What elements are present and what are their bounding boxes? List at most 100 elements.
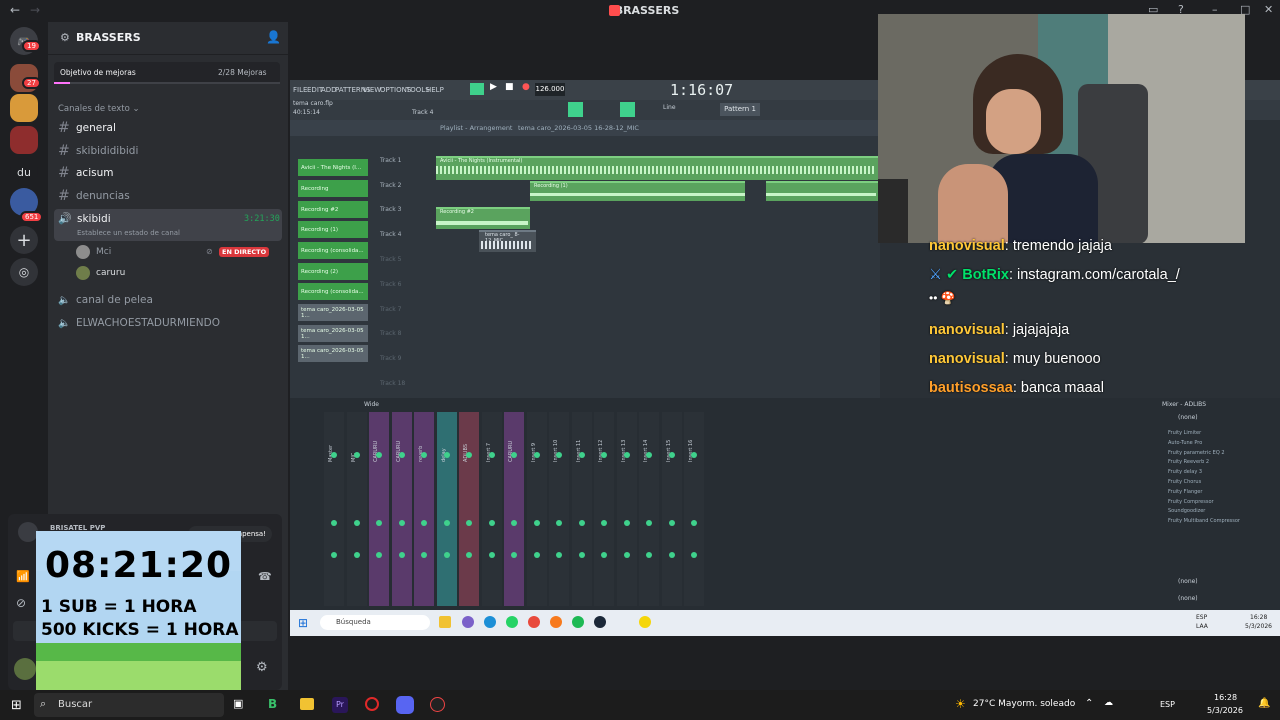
tempo-display[interactable]: 126.000 (535, 83, 565, 96)
channel-button[interactable]: Recording (2) (298, 263, 368, 280)
mixer-strip[interactable]: CARURU (504, 412, 524, 606)
menu-view[interactable]: VIEW (363, 86, 381, 94)
fx-slot[interactable]: Fruity Reeverb 2 (1168, 459, 1258, 468)
mixer-strip[interactable]: CARURU (369, 412, 389, 606)
mixer-knob[interactable] (331, 552, 337, 558)
inner-search-box[interactable]: Búsqueda (320, 615, 430, 630)
fl-studio-icon[interactable] (550, 616, 562, 628)
windows-start-icon[interactable]: ⊞ (11, 698, 22, 713)
channel-elwacho[interactable]: 🔈 ELWACHOESTADURMIENDO (58, 313, 282, 333)
mixer-knob[interactable] (466, 520, 472, 526)
notifications-icon[interactable]: 🔔 (1258, 698, 1270, 709)
channel-button[interactable]: Recording (298, 180, 368, 197)
channel-button[interactable]: Recording (consolida... (298, 242, 368, 259)
mixer-knob[interactable] (691, 452, 697, 458)
clip-recording-3[interactable]: Recording #2 (436, 207, 530, 229)
mixer-knob[interactable] (578, 452, 585, 458)
mixer-knob[interactable] (398, 520, 405, 526)
file-explorer-icon[interactable] (300, 698, 314, 710)
fx-slot[interactable]: Fruity Flanger (1168, 489, 1258, 498)
activity-icon[interactable] (18, 522, 38, 542)
fx-slot[interactable]: Fruity Chorus (1168, 479, 1258, 488)
voice-user-mci[interactable]: Mci ⊘ EN DIRECTO (76, 244, 281, 262)
mixer-knob[interactable] (376, 552, 382, 558)
mixer-knob[interactable] (533, 520, 540, 526)
mixer-strip[interactable]: Insert 13 (616, 412, 637, 606)
mixer-strip[interactable]: ADLIBS (459, 412, 479, 606)
mixer-knob[interactable] (578, 520, 585, 526)
channel-skibididibidi[interactable]: # skibididibidi (58, 141, 282, 161)
add-server-icon[interactable]: + (10, 226, 38, 254)
mixer-knob[interactable] (443, 552, 450, 558)
category-header[interactable]: Canales de texto ⌄ (58, 104, 140, 114)
chevron-up-icon[interactable]: ⌃ (1085, 698, 1093, 709)
mixer-knob[interactable] (466, 452, 472, 458)
mixer-strip[interactable]: Master (324, 412, 344, 606)
user-avatar[interactable] (14, 658, 36, 680)
channel-button[interactable]: Recording (1) (298, 221, 368, 238)
mixer-knob[interactable] (398, 452, 405, 458)
mixer-knob[interactable] (601, 552, 607, 558)
stop-icon[interactable]: ■ (505, 82, 514, 92)
mixer-strip[interactable]: reverb (414, 412, 434, 606)
mixer-knob[interactable] (578, 552, 585, 558)
mixer-knob[interactable] (331, 452, 337, 458)
mixer-knob[interactable] (398, 552, 405, 558)
mixer-knob[interactable] (466, 552, 472, 558)
mixer-knob[interactable] (556, 520, 562, 526)
channel-general[interactable]: # general (58, 118, 282, 138)
voice-channel-status[interactable]: Establece un estado de canal (77, 229, 180, 237)
fx-slot[interactable]: Fruity Compressor (1168, 499, 1258, 508)
mixer-knob[interactable] (421, 520, 427, 526)
steam-icon[interactable] (594, 616, 606, 628)
menu-help[interactable]: HELP (426, 86, 444, 94)
disconnect-icon[interactable]: ☎ (258, 570, 272, 583)
whatsapp-icon[interactable] (506, 616, 518, 628)
mixer-knob[interactable] (601, 452, 607, 458)
mixer-output2-none[interactable]: (none) (1178, 595, 1198, 602)
mixer-knob[interactable] (668, 520, 675, 526)
app-icon[interactable] (639, 616, 651, 628)
signal-icon[interactable]: 📶 (16, 570, 30, 583)
mixer-knob[interactable] (646, 452, 652, 458)
clip-recording-2[interactable] (766, 181, 878, 201)
channel-canal-de-pelea[interactable]: 🔈 canal de pelea (58, 290, 282, 310)
mixer-knob[interactable] (488, 552, 495, 558)
mixer-strip[interactable]: delay (436, 412, 457, 606)
fx-slot[interactable]: Fruity delay 3 (1168, 469, 1258, 478)
clip-avicii[interactable]: Avicii - The Nights (Instrumental) (436, 156, 880, 180)
mixer-knob[interactable] (443, 452, 450, 458)
explorer-icon[interactable] (439, 616, 451, 628)
pattern-selector[interactable]: Pattern 1 (720, 103, 760, 116)
mixer-knob[interactable] (511, 552, 517, 558)
channel-button[interactable]: Avicii - The Nights (I... (298, 159, 368, 176)
clip-recording-1[interactable]: Recording (1) (530, 181, 745, 201)
mixer-knob[interactable] (511, 452, 517, 458)
app-icon[interactable] (528, 616, 540, 628)
edge-icon[interactable] (484, 616, 496, 628)
mixer-strip[interactable]: Insert 16 (684, 412, 704, 606)
mixer-knob[interactable] (556, 452, 562, 458)
mixer-knob[interactable] (533, 552, 540, 558)
mixer-knob[interactable] (556, 552, 562, 558)
channel-button[interactable]: Recording #2 (298, 201, 368, 218)
mixer-knob[interactable] (691, 520, 697, 526)
fx-slot[interactable]: Fruity Limiter (1168, 430, 1258, 439)
mixer-knob[interactable] (668, 452, 675, 458)
mixer-knob[interactable] (601, 520, 607, 526)
mixer-strip[interactable]: Insert 10 (549, 412, 569, 606)
close-icon[interactable]: ✕ (1264, 3, 1273, 16)
mixer-knob[interactable] (421, 552, 427, 558)
server-icon-2[interactable] (10, 94, 38, 122)
mixer-knob[interactable] (623, 552, 630, 558)
taskbar-lang[interactable]: ESP (1160, 700, 1175, 709)
menu-file[interactable]: FILE (293, 86, 307, 94)
noise-suppression-icon[interactable]: ⊘ (16, 596, 26, 610)
discord-icon[interactable] (396, 696, 414, 714)
premiere-icon[interactable]: Pr (332, 697, 348, 713)
obs-icon[interactable] (430, 697, 445, 712)
mixer-strip[interactable]: CARURU (391, 412, 412, 606)
channel-button[interactable]: tema caro_2026-03-05 1... (298, 345, 368, 362)
channel-acisum[interactable]: # acisum (58, 163, 282, 183)
mixer-strip[interactable]: Insert 11 (571, 412, 592, 606)
